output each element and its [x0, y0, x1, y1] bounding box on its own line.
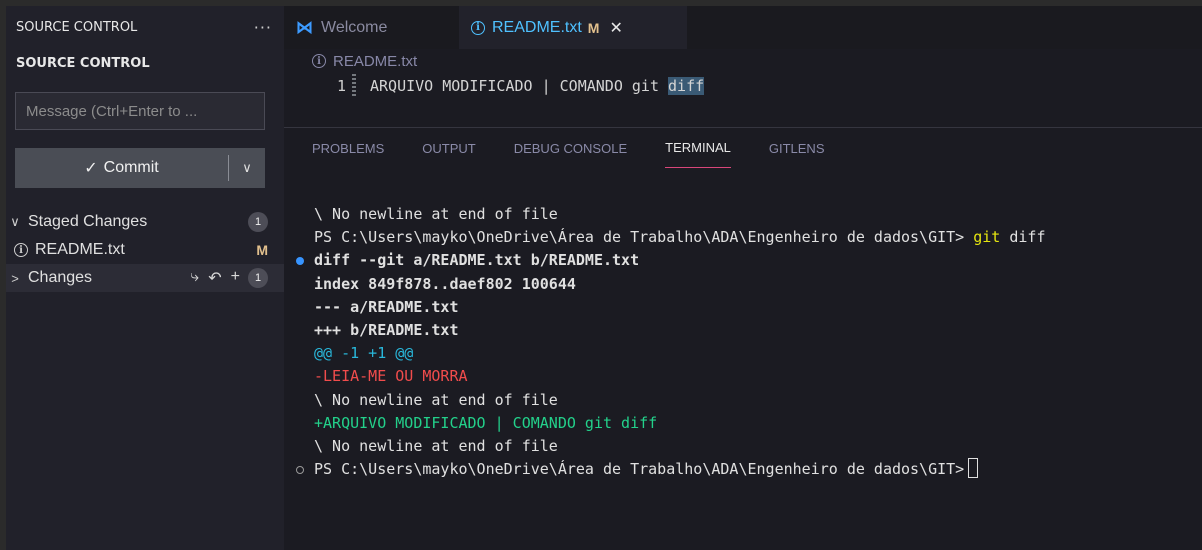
commit-message-input[interactable]	[15, 92, 265, 130]
tab-label: README.txt	[492, 18, 582, 36]
vscode-logo-icon: ⋈	[296, 17, 313, 37]
terminal-line: diff --git a/README.txt b/README.txt	[284, 249, 1046, 272]
staged-file-item[interactable]: i README.txt M	[6, 236, 284, 264]
commit-dropdown-button[interactable]: ∨	[229, 148, 265, 188]
line-text: ARQUIVO MODIFICADO | COMANDO git diff	[370, 77, 705, 95]
section-title: SOURCE CONTROL	[16, 55, 150, 71]
tab-terminal[interactable]: TERMINAL	[665, 128, 731, 168]
chevron-right-icon: >	[11, 270, 19, 286]
commit-button-group: ✓ Commit ∨	[15, 148, 265, 188]
modified-status: M	[256, 242, 268, 258]
terminal-output[interactable]: \ No newline at end of file PS C:\Users\…	[284, 203, 1046, 481]
tab-welcome[interactable]: ⋈ Welcome	[284, 6, 459, 49]
staged-count-badge: 1	[248, 212, 268, 232]
terminal-line: PS C:\Users\mayko\OneDrive\Área de Traba…	[314, 228, 1046, 247]
tab-readme[interactable]: i README.txt M ✕	[459, 6, 687, 49]
command-success-dot-icon	[296, 257, 304, 266]
terminal-line: \ No newline at end of file	[314, 390, 558, 409]
terminal-line: index 849f878..daef802 100644	[314, 274, 576, 293]
tab-label: Welcome	[321, 18, 388, 36]
chevron-down-icon: ∨	[10, 214, 20, 229]
line-number: 1	[336, 77, 346, 95]
tab-debug-console[interactable]: DEBUG CONSOLE	[514, 128, 627, 168]
info-icon: i	[312, 54, 326, 68]
terminal-line: PS C:\Users\mayko\OneDrive\Área de Traba…	[284, 458, 1046, 481]
terminal-line: +ARQUIVO MODIFICADO | COMANDO git diff	[314, 413, 658, 432]
editor-area: ⋈ Welcome i README.txt M ✕ i README.txt …	[284, 6, 1202, 550]
terminal-line: --- a/README.txt	[314, 297, 459, 316]
editor-tabs: ⋈ Welcome i README.txt M ✕	[284, 6, 1202, 49]
command-pending-dot-icon	[296, 466, 304, 475]
info-icon: i	[471, 20, 485, 35]
open-changes-icon[interactable]: ⤷	[190, 268, 199, 288]
sidebar-title: SOURCE CONTROL	[16, 20, 138, 35]
terminal-line: @@ -1 +1 @@	[314, 344, 414, 363]
vscode-window: SOURCE CONTROL ··· SOURCE CONTROL ✓ Comm…	[6, 6, 1202, 550]
staged-changes-group[interactable]: ∨ Staged Changes 1	[6, 208, 284, 236]
tab-problems[interactable]: PROBLEMS	[312, 128, 384, 168]
modified-gutter-indicator	[352, 74, 356, 98]
terminal-cursor	[968, 458, 979, 479]
stage-all-icon[interactable]: +	[231, 268, 240, 288]
discard-changes-icon[interactable]: ↶	[208, 268, 221, 288]
code-line[interactable]: 1 ARQUIVO MODIFICADO | COMANDO git diff	[284, 73, 1202, 99]
tab-gitlens[interactable]: GITLENS	[769, 128, 825, 168]
changes-actions: ⤷ ↶ +	[190, 268, 240, 288]
changes-group[interactable]: > Changes ⤷ ↶ + 1	[6, 264, 284, 292]
bottom-panel: PROBLEMS OUTPUT DEBUG CONSOLE TERMINAL G…	[284, 127, 1202, 550]
selection-highlight: diff	[668, 77, 705, 95]
more-actions-button[interactable]: ···	[254, 18, 272, 37]
tab-output[interactable]: OUTPUT	[422, 128, 475, 168]
breadcrumb[interactable]: i README.txt	[284, 49, 1202, 73]
sidebar-header: SOURCE CONTROL ···	[6, 6, 284, 49]
terminal-line: -LEIA-ME OU MORRA	[314, 367, 468, 386]
modified-status: M	[587, 19, 600, 36]
commit-button[interactable]: ✓ Commit	[15, 148, 228, 188]
breadcrumb-file: README.txt	[333, 52, 418, 70]
changes-count-badge: 1	[248, 268, 268, 288]
terminal-line: +++ b/README.txt	[314, 320, 459, 339]
panel-tabs: PROBLEMS OUTPUT DEBUG CONSOLE TERMINAL G…	[284, 128, 1202, 168]
staged-changes-label: Staged Changes	[28, 213, 148, 230]
staged-file-name: README.txt	[35, 241, 125, 258]
changes-label: Changes	[28, 269, 93, 286]
close-icon[interactable]: ✕	[609, 18, 622, 38]
info-icon: i	[14, 243, 28, 257]
check-icon: ✓	[84, 160, 98, 177]
terminal-line: \ No newline at end of file	[314, 205, 558, 223]
source-control-sidebar: SOURCE CONTROL ··· SOURCE CONTROL ✓ Comm…	[6, 6, 284, 550]
commit-label: Commit	[103, 159, 159, 176]
chevron-down-icon: ∨	[242, 160, 252, 176]
terminal-line: \ No newline at end of file	[314, 436, 558, 455]
